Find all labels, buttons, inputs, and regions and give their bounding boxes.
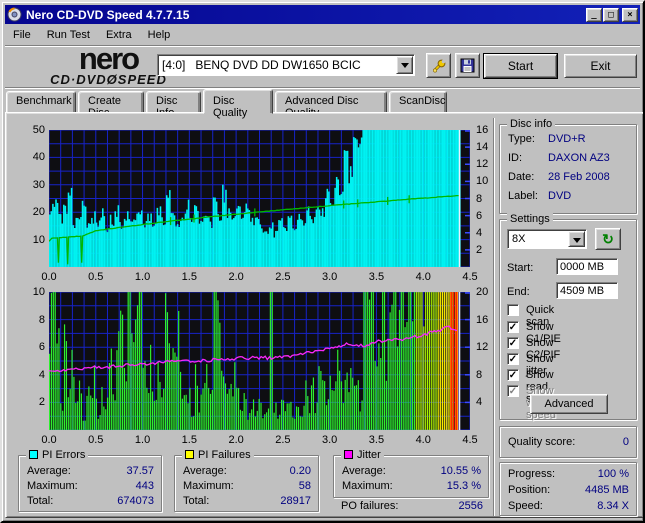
- floppy-disk-icon: [460, 58, 475, 73]
- disc-id-value: DAXON AZ3: [548, 152, 610, 164]
- disc-date-value: 28 Feb 2008: [548, 171, 610, 183]
- advanced-button[interactable]: Advanced: [530, 394, 608, 414]
- minimize-button[interactable]: _: [586, 8, 602, 22]
- options-button[interactable]: [426, 53, 451, 78]
- speed-value: 8.34 X: [597, 500, 629, 512]
- jitter-maximum-value: 15.3 %: [447, 480, 481, 492]
- tab-scandisc[interactable]: ScanDisc: [389, 91, 447, 113]
- close-button[interactable]: ×: [622, 8, 638, 22]
- pif-total-value: 28917: [280, 495, 311, 507]
- pie-total-value: 674073: [117, 495, 154, 507]
- start-field[interactable]: 0000 MB: [556, 258, 618, 275]
- tab-create-disc[interactable]: Create Disc: [78, 91, 144, 113]
- pif-average-value: 0.20: [290, 465, 311, 477]
- exit-button[interactable]: Exit: [564, 54, 637, 78]
- pi-errors-title: PI Errors: [26, 449, 88, 461]
- jitter-box: Jitter Average:10.55 % Maximum:15.3 %: [333, 455, 489, 498]
- dropdown-arrow-icon[interactable]: [568, 231, 585, 247]
- disc-info-box: Disc info Type:DVD+R ID:DAXON AZ3 Date:2…: [499, 124, 637, 214]
- po-failures-value: 2556: [459, 500, 483, 512]
- pi-errors-swatch: [29, 450, 38, 459]
- tab-advanced-disc-quality[interactable]: Advanced Disc Quality: [275, 91, 387, 113]
- quality-score-box: Quality score:0: [499, 426, 637, 458]
- start-label: Start:: [507, 262, 533, 274]
- end-field[interactable]: 4509 MB: [556, 282, 618, 299]
- save-button[interactable]: [455, 53, 480, 78]
- pi-failures-swatch: [185, 450, 194, 459]
- progress-value: 100 %: [598, 468, 629, 480]
- disc-info-title: Disc info: [507, 118, 555, 130]
- pi-errors-box: PI Errors Average:37.57 Maximum:443 Tota…: [18, 455, 162, 512]
- disc-type-value: DVD+R: [548, 133, 586, 145]
- speed-select-value: 8X: [512, 233, 525, 245]
- speed-select[interactable]: 8X: [507, 229, 587, 249]
- checkbox-icon[interactable]: ✓: [507, 304, 519, 316]
- maximize-button[interactable]: □: [603, 8, 619, 22]
- app-disc-icon: [7, 7, 22, 22]
- drive-select-value: [4:0] BENQ DVD DD DW1650 BCIC: [162, 58, 361, 72]
- separator: [493, 118, 495, 516]
- checkbox-icon[interactable]: ✓: [507, 385, 519, 397]
- progress-box: Progress:100 % Position:4485 MB Speed:8.…: [499, 462, 637, 516]
- end-label: End:: [507, 286, 530, 298]
- position-value: 4485 MB: [585, 484, 629, 496]
- pie-maximum-value: 443: [136, 480, 154, 492]
- refresh-button[interactable]: ↻: [595, 228, 621, 250]
- settings-box: Settings 8X ↻ Start: 0000 MB End: 4509 M…: [499, 219, 637, 420]
- po-failures-row: PO failures: 2556: [341, 500, 483, 512]
- pie-average-value: 37.57: [126, 465, 154, 477]
- window-title: Nero CD-DVD Speed 4.7.7.15: [26, 8, 585, 22]
- title-bar[interactable]: Nero CD-DVD Speed 4.7.7.15 _ □ ×: [5, 5, 640, 24]
- pi-failures-box: PI Failures Average:0.20 Maximum:58 Tota…: [174, 455, 319, 512]
- jitter-swatch: [344, 450, 353, 459]
- jitter-average-value: 10.55 %: [441, 465, 481, 477]
- dropdown-arrow-icon[interactable]: [396, 56, 413, 74]
- pi-failures-title: PI Failures: [182, 449, 254, 461]
- jitter-title: Jitter: [341, 449, 384, 461]
- menu-help[interactable]: Help: [140, 27, 179, 43]
- checkbox-icon[interactable]: ✓: [507, 353, 519, 365]
- tab-disc-info[interactable]: Disc Info: [146, 91, 201, 113]
- checkbox-icon[interactable]: ✓: [507, 369, 519, 381]
- wrench-icon: [431, 58, 447, 74]
- disc-label-value: DVD: [548, 190, 571, 202]
- app-window: Nero CD-DVD Speed 4.7.7.15 _ □ × File Ru…: [0, 0, 645, 523]
- tab-disc-quality[interactable]: Disc Quality: [203, 89, 273, 114]
- refresh-icon: ↻: [602, 231, 614, 247]
- pif-maximum-value: 58: [299, 480, 311, 492]
- tab-benchmark[interactable]: Benchmark: [6, 91, 76, 113]
- drive-select[interactable]: [4:0] BENQ DVD DD DW1650 BCIC: [157, 54, 415, 76]
- checkbox-icon[interactable]: ✓: [507, 321, 519, 333]
- start-button[interactable]: Start: [484, 54, 557, 78]
- quality-score-value: 0: [623, 436, 629, 448]
- checkbox-icon[interactable]: ✓: [507, 337, 519, 349]
- settings-title: Settings: [507, 213, 553, 225]
- separator: [5, 87, 640, 89]
- menu-file[interactable]: File: [5, 27, 39, 43]
